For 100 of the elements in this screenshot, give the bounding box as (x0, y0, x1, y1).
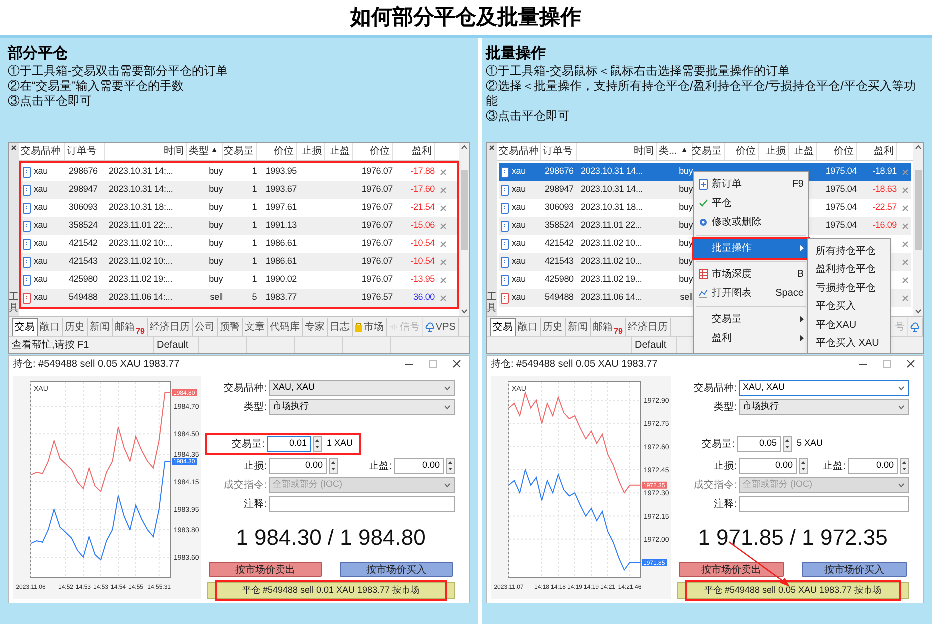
step-text: ①于工具箱-交易双击需要部分平仓的订单 (8, 64, 229, 79)
table-cell-text: xau (512, 219, 526, 232)
table-cell-text: 2023.10.31 18... (581, 201, 643, 214)
table-cell-text: -13.95 (410, 273, 435, 286)
table-cell-text: 2023.10.31 14:... (109, 165, 174, 178)
field-label: 成交指令: (693, 478, 737, 492)
field-label: 类型: (243, 400, 267, 414)
unit-label: 1 XAU (327, 437, 354, 450)
table-cell-text: xau (34, 219, 48, 232)
table-cell-text: 2023.11.02 10:... (109, 237, 172, 250)
table-cell-text: -16.09 (872, 219, 897, 232)
table-cell-text: 421542 (545, 237, 574, 250)
page-title: 如何部分平仓及批量操作 (350, 4, 582, 31)
panel-label: 工具 (487, 292, 497, 314)
table-cell-text: 1 (252, 219, 257, 232)
table-cell-text: buy (209, 219, 223, 232)
field-label: 交易品种: (223, 382, 267, 396)
table-cell-text: 1975.04 (826, 201, 857, 214)
table-cell-text: 298676 (545, 165, 574, 178)
table-cell-text: xau (512, 183, 526, 196)
table-cell-text: -17.88 (410, 165, 435, 178)
table-cell-text: buy (209, 201, 223, 214)
table-cell-text: 1975.04 (826, 165, 857, 178)
table-cell-text: xau (34, 291, 48, 304)
table-cell-text: 358524 (545, 219, 574, 232)
price-quote: 1 984.30 / 1 984.80 (236, 524, 426, 552)
count-label: 79 (136, 327, 145, 336)
window-title: 持仓: #549488 sell 0.05 XAU 1983.77 (13, 358, 180, 372)
table-cell-text: -18.91 (872, 165, 897, 178)
field-label: 成交指令: (223, 478, 267, 492)
table-cell-text: -10.54 (410, 255, 435, 268)
unit-label: 5 XAU (797, 437, 824, 450)
table-cell-text: 1975.04 (826, 183, 857, 196)
table-cell-text: xau (34, 201, 48, 214)
table-cell-text: 1976.07 (362, 219, 393, 232)
table-cell-text: 1 (252, 201, 257, 214)
table-cell-text: 1976.57 (362, 291, 393, 304)
step-text: ③点击平仓即可 (486, 109, 571, 124)
field-label: 止盈: (369, 460, 392, 474)
table-cell-text: 1976.07 (362, 273, 393, 286)
window-title: 持仓: #549488 sell 0.05 XAU 1983.77 (491, 358, 658, 372)
table-cell-text: 549488 (69, 291, 98, 304)
section-heading: 部分平仓 (8, 44, 69, 64)
status-text: Default (157, 338, 189, 352)
table-cell-text: 1976.07 (362, 183, 393, 196)
step-text: ②选择＜批量操作，支持所有持仓平仓/盈利持仓平仓/亏损持仓平仓/平仓买入等功能 (486, 79, 918, 109)
field-label: 注释: (713, 498, 737, 512)
field-label: 交易品种: (693, 382, 737, 396)
table-cell-text: xau (34, 273, 48, 286)
table-cell-text: 2023.11.02 19:... (109, 273, 172, 286)
table-cell-text: xau (34, 165, 48, 178)
table-cell-text: 1976.07 (362, 255, 393, 268)
field-label: 注释: (243, 498, 267, 512)
table-cell-text: 1990.02 (266, 273, 297, 286)
table-cell-text: 298676 (69, 165, 98, 178)
table-cell-text: buy (209, 183, 223, 196)
table-cell-text: xau (512, 291, 526, 304)
table-cell-text: 2023.10.31 14:... (109, 183, 174, 196)
count-label: 79 (614, 327, 623, 336)
table-cell-text: 1993.95 (266, 165, 297, 178)
field-label: 类型: (713, 400, 737, 414)
table-cell-text: 421542 (69, 237, 98, 250)
table-cell-text: buy (679, 255, 693, 268)
status-text: 查看帮忙,请按 F1 (12, 338, 90, 352)
table-cell-text: 425980 (545, 273, 574, 286)
table-cell-text: sell (680, 291, 693, 304)
table-cell-text: 1991.13 (266, 219, 297, 232)
field-label: 止损: (243, 460, 267, 474)
step-text: ②在“交易量”输入需要平仓的手数 (8, 79, 185, 94)
table-cell-text: buy (679, 273, 693, 286)
table-cell-text: 36.00 (413, 291, 435, 304)
table-cell-text: 2023.10.31 18:... (109, 201, 174, 214)
table-cell-text: 298947 (545, 183, 574, 196)
table-cell-text: buy (679, 219, 693, 232)
table-cell-text: buy (209, 273, 223, 286)
table-cell-text: 421543 (545, 255, 574, 268)
table-cell-text: -18.63 (872, 183, 897, 196)
table-cell-text: 2023.10.31 14... (581, 183, 643, 196)
table-cell-text: xau (512, 165, 526, 178)
table-cell-text: 1 (252, 255, 257, 268)
field-label: 止盈: (823, 460, 846, 474)
step-text: ①于工具箱-交易鼠标＜鼠标右击选择需要批量操作的订单 (486, 64, 791, 79)
table-cell-text: 5 (252, 291, 257, 304)
table-cell-text: xau (512, 255, 526, 268)
table-cell-text: 425980 (69, 273, 98, 286)
table-cell-text: 421543 (69, 255, 98, 268)
panel-label: 工具 (9, 292, 19, 314)
table-cell-text: -15.06 (410, 219, 435, 232)
table-cell-text: buy (679, 165, 693, 178)
table-cell-text: 2023.10.31 14... (581, 165, 643, 178)
field-label: 止损: (713, 460, 737, 474)
table-cell-text: 2023.11.02 10:... (109, 255, 172, 268)
table-cell-text: buy (679, 183, 693, 196)
table-cell-text: 1976.07 (362, 165, 393, 178)
table-cell-text: -10.54 (410, 237, 435, 250)
table-cell-text: -22.57 (872, 201, 897, 214)
status-text: Default (635, 338, 667, 352)
table-cell-text: 306093 (545, 201, 574, 214)
table-cell-text: -21.54 (410, 201, 435, 214)
table-cell-text: 1 (252, 165, 257, 178)
